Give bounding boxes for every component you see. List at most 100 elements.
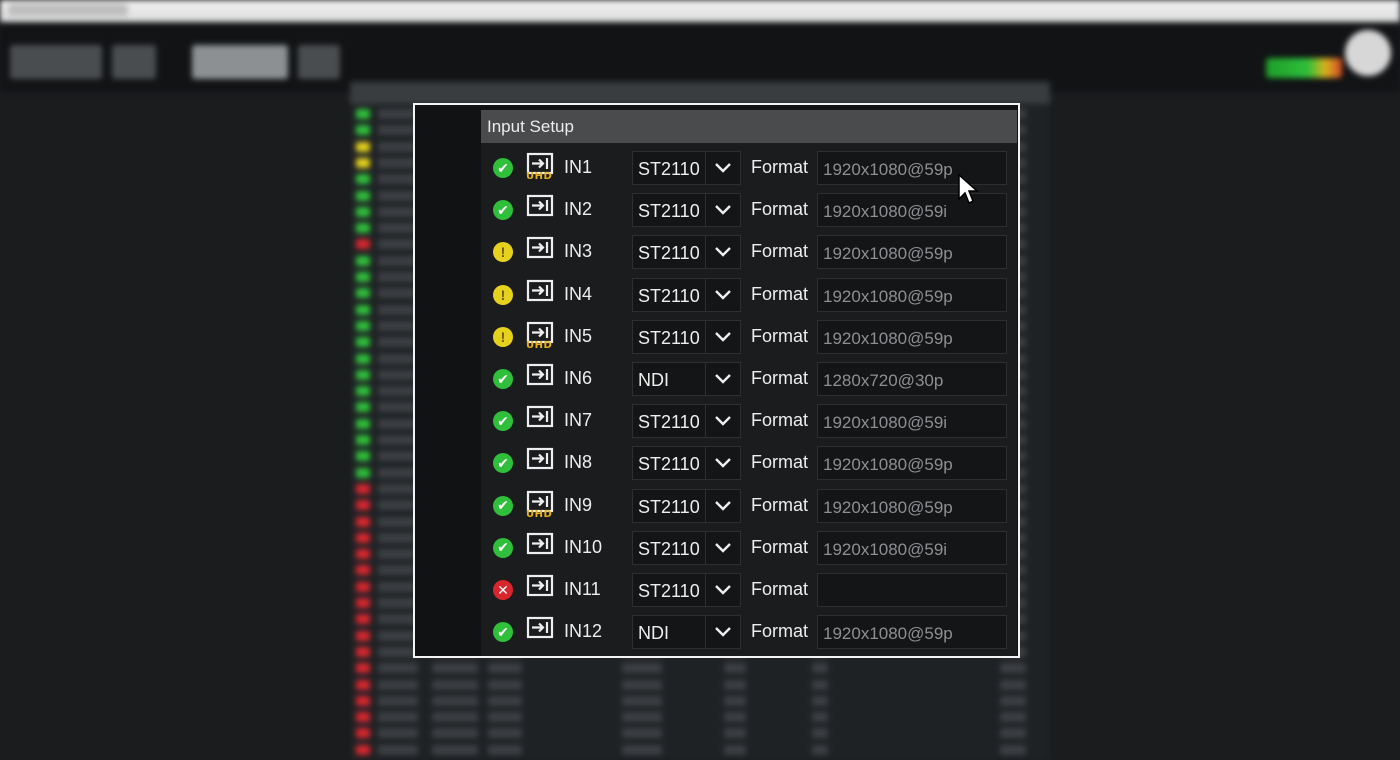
format-label: Format (751, 325, 809, 346)
chevron-down-icon[interactable] (713, 328, 733, 346)
input-port-icon (526, 574, 554, 597)
chevron-down-icon[interactable] (713, 581, 733, 599)
input-name: IN3 (564, 241, 593, 262)
protocol-select[interactable]: ST2110 (632, 446, 741, 481)
x-circle-icon: ✕ (493, 580, 513, 600)
protocol-value: ST2110 (638, 285, 700, 306)
protocol-select[interactable]: NDI (632, 615, 741, 650)
toolbar-button[interactable] (298, 45, 340, 79)
input-port-icon (526, 532, 554, 554)
format-field[interactable]: 1280x720@30p (817, 362, 1007, 396)
level-meter (1266, 58, 1342, 78)
input-row: ✕ IN11 ST2110 Format (481, 569, 1017, 611)
check-circle-icon: ✔ (493, 200, 513, 221)
chevron-down-icon[interactable] (713, 159, 733, 177)
input-name: IN4 (564, 283, 593, 304)
protocol-value: ST2110 (638, 496, 700, 517)
protocol-value: ST2110 (638, 454, 700, 475)
format-field[interactable]: 1920x1080@59i (817, 404, 1007, 439)
format-label: Format (751, 579, 809, 599)
input-row: ! IN4 ST2110 Format 1920x1080@59p (481, 274, 1017, 316)
check-circle-icon: ✔ (493, 369, 513, 389)
settings-round-button[interactable] (1345, 30, 1391, 76)
chevron-down-icon[interactable] (713, 454, 733, 472)
chevron-down-icon[interactable] (713, 539, 733, 557)
protocol-select[interactable]: ST2110 (632, 151, 741, 185)
format-field[interactable]: 1920x1080@59p (817, 446, 1007, 481)
chevron-down-icon[interactable] (713, 497, 733, 515)
exclamation-circle-icon: ! (493, 326, 513, 347)
input-name: IN1 (564, 157, 593, 177)
format-field[interactable]: 1920x1080@59p (817, 277, 1007, 312)
protocol-value: ST2110 (638, 412, 700, 433)
chevron-down-icon[interactable] (713, 243, 733, 261)
protocol-select[interactable]: ST2110 (632, 319, 741, 354)
format-label: Format (751, 452, 809, 473)
format-label: Format (751, 494, 809, 515)
protocol-select[interactable]: ST2110 (632, 193, 741, 228)
format-value: 1920x1080@59p (823, 455, 953, 475)
input-row: ✔ UHD IN1 ST2110 Format 1920x1080@59p (481, 147, 1017, 189)
format-field[interactable]: 1920x1080@59p (817, 615, 1007, 650)
mouse-pointer-icon (958, 173, 979, 205)
background-row (352, 725, 1048, 741)
format-value: 1920x1080@59p (823, 497, 953, 517)
uhd-badge: UHD (526, 508, 553, 520)
format-label: Format (751, 410, 809, 431)
uhd-badge: UHD (526, 339, 553, 351)
input-port-icon (526, 237, 554, 259)
toolbar-button[interactable] (112, 45, 156, 79)
protocol-select[interactable]: ST2110 (632, 235, 741, 270)
input-name: IN6 (564, 368, 593, 388)
format-value: 1920x1080@59i (823, 539, 948, 559)
format-field[interactable]: 1920x1080@59p (817, 235, 1007, 270)
chevron-down-icon[interactable] (713, 623, 733, 641)
input-port-icon (526, 406, 554, 428)
input-name: IN7 (564, 410, 593, 431)
format-field[interactable]: 1920x1080@59i (817, 530, 1007, 565)
chevron-down-icon[interactable] (713, 201, 733, 219)
background-grid-header (350, 82, 1050, 104)
protocol-value: ST2110 (638, 327, 700, 348)
protocol-value: ST2110 (638, 538, 700, 559)
format-label: Format (751, 241, 809, 262)
protocol-select[interactable]: NDI (632, 362, 741, 396)
protocol-select[interactable]: ST2110 (632, 488, 741, 523)
protocol-select[interactable]: ST2110 (632, 277, 741, 312)
input-port-icon (526, 363, 554, 386)
input-name: IN5 (564, 325, 593, 346)
input-port-icon (526, 448, 554, 470)
protocol-value: NDI (638, 370, 669, 390)
background-row (352, 693, 1048, 709)
toolbar-button[interactable] (192, 45, 288, 79)
format-value: 1920x1080@59p (823, 328, 953, 348)
check-circle-icon: ✔ (493, 537, 513, 558)
format-value: 1920x1080@59i (823, 413, 948, 433)
input-name: IN2 (564, 199, 593, 220)
format-field[interactable]: 1920x1080@59p (817, 319, 1007, 354)
protocol-select[interactable]: ST2110 (632, 404, 741, 439)
format-value: 1280x720@30p (823, 371, 944, 390)
format-label: Format (751, 368, 809, 388)
protocol-select[interactable]: ST2110 (632, 530, 741, 565)
chevron-down-icon[interactable] (713, 412, 733, 430)
input-name: IN11 (564, 579, 601, 599)
chevron-down-icon[interactable] (713, 370, 733, 388)
toolbar-button[interactable] (10, 45, 102, 79)
input-port-icon (526, 195, 554, 217)
dialog-title: Input Setup (487, 116, 574, 136)
format-label: Format (751, 157, 809, 177)
input-row: ✔ IN12 NDI Format 1920x1080@59p (481, 611, 1017, 653)
input-setup-dialog: Input Setup ✔ UHD IN1 ST2110 Format 1920x1080… (413, 103, 1020, 658)
input-row: ✔ UHD IN9 ST2110 Format 1920x1080@59p (481, 485, 1017, 527)
exclamation-circle-icon: ! (493, 242, 513, 263)
chevron-down-icon[interactable] (713, 286, 733, 304)
input-row: ✔ IN10 ST2110 Format 1920x1080@59i (481, 527, 1017, 569)
background-row (352, 660, 1048, 676)
format-field[interactable] (817, 573, 1007, 607)
protocol-select[interactable]: ST2110 (632, 573, 741, 607)
exclamation-circle-icon: ! (493, 284, 513, 305)
format-field[interactable]: 1920x1080@59p (817, 488, 1007, 523)
input-row: ✔ IN2 ST2110 Format 1920x1080@59i (481, 189, 1017, 231)
protocol-value: ST2110 (638, 581, 700, 601)
